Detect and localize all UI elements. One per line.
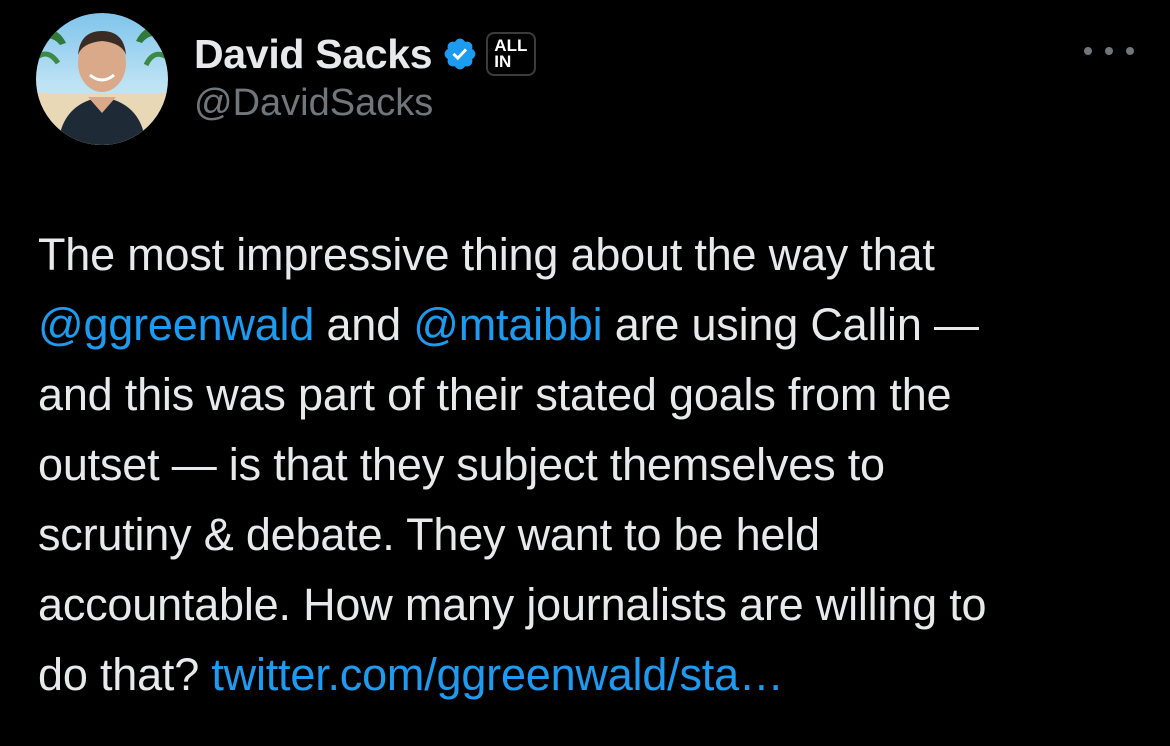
url-link[interactable]: twitter.com/ggreenwald/sta…: [211, 649, 784, 700]
affiliate-badge[interactable]: ALL IN: [486, 32, 537, 76]
tweet-text-segment: The most impressive thing about the way …: [38, 229, 935, 280]
tweet-text-segment: are using Callin —: [602, 299, 979, 350]
author-name-row: David Sacks ALL IN: [194, 28, 537, 80]
tweet-text: The most impressive thing about the way …: [38, 220, 1148, 710]
tweet-text-segment: accountable. How many journalists are wi…: [38, 579, 987, 630]
user-handle[interactable]: @DavidSacks: [194, 82, 433, 125]
tweet-text-line: scrutiny & debate. They want to be held: [38, 500, 1148, 570]
display-name[interactable]: David Sacks: [194, 31, 433, 78]
avatar[interactable]: [36, 13, 168, 145]
tweet-text-line: accountable. How many journalists are wi…: [38, 570, 1148, 640]
avatar-image: [36, 13, 168, 145]
tweet-text-line: and this was part of their stated goals …: [38, 360, 1148, 430]
verified-badge-icon[interactable]: [442, 36, 478, 72]
tweet-text-line: @ggreenwald and @mtaibbi are using Calli…: [38, 290, 1148, 360]
tweet: David Sacks ALL IN @DavidSacks The most …: [0, 0, 1170, 746]
tweet-text-segment: do that?: [38, 649, 212, 700]
tweet-text-line: outset — is that they subject themselves…: [38, 430, 1148, 500]
more-options-icon[interactable]: [1084, 38, 1134, 64]
tweet-text-segment: and this was part of their stated goals …: [38, 369, 952, 420]
tweet-text-line: do that? twitter.com/ggreenwald/sta…: [38, 640, 1148, 710]
tweet-text-segment: scrutiny & debate. They want to be held: [38, 509, 820, 560]
affiliate-badge-line2: IN: [494, 52, 512, 71]
tweet-text-segment: and: [314, 299, 414, 350]
tweet-text-line: The most impressive thing about the way …: [38, 220, 1148, 290]
tweet-text-segment: outset — is that they subject themselves…: [38, 439, 885, 490]
mention-link[interactable]: @mtaibbi: [413, 299, 602, 350]
mention-link[interactable]: @ggreenwald: [38, 299, 314, 350]
